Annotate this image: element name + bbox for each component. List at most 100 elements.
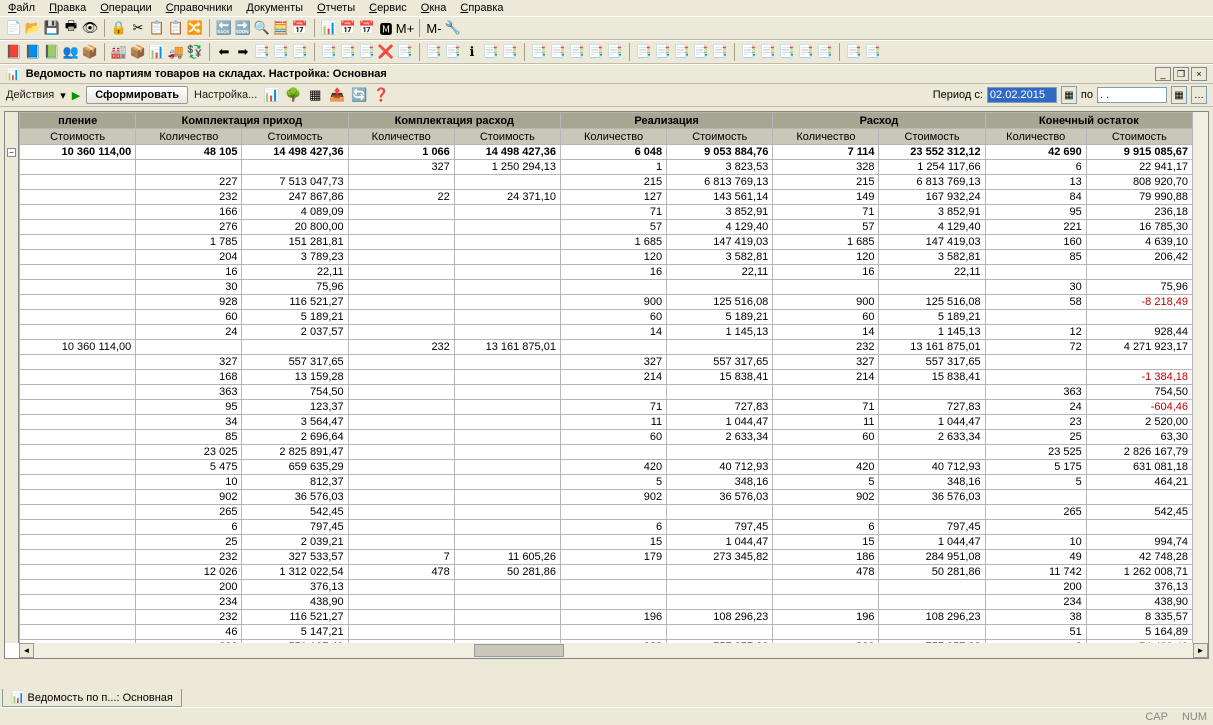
- scroll-right-button[interactable]: ►: [1193, 643, 1208, 658]
- cell[interactable]: 5 189,21: [667, 310, 773, 325]
- cell[interactable]: 120: [560, 250, 666, 265]
- cell[interactable]: 15 838,41: [879, 370, 985, 385]
- table-row[interactable]: 234438,90234438,90: [20, 595, 1193, 610]
- toolbar-icon[interactable]: 📅: [340, 20, 356, 36]
- menu-Документы[interactable]: Документы: [246, 2, 303, 14]
- cell[interactable]: [348, 505, 454, 520]
- cell[interactable]: [560, 340, 666, 355]
- table-row[interactable]: 2043 789,231203 582,811203 582,8185206,4…: [20, 250, 1193, 265]
- table-row[interactable]: 2277 513 047,732156 813 769,132156 813 7…: [20, 175, 1193, 190]
- cell[interactable]: [20, 520, 136, 535]
- column-header[interactable]: Стоимость: [20, 129, 136, 145]
- table-row[interactable]: 852 696,64602 633,34602 633,342563,30: [20, 430, 1193, 445]
- cell[interactable]: [20, 235, 136, 250]
- cell[interactable]: 557 317,65: [242, 355, 348, 370]
- cell[interactable]: 204: [136, 250, 242, 265]
- cell[interactable]: 14 498 427,36: [454, 145, 560, 160]
- cell[interactable]: 327: [136, 355, 242, 370]
- cell[interactable]: 8 335,57: [1086, 610, 1192, 625]
- cell[interactable]: 71: [560, 205, 666, 220]
- scroll-left-button[interactable]: ◄: [19, 643, 34, 658]
- cell[interactable]: 1 044,47: [667, 535, 773, 550]
- toolbar-icon[interactable]: 📗: [44, 44, 60, 60]
- cell[interactable]: 95: [136, 400, 242, 415]
- cell[interactable]: 900: [773, 295, 879, 310]
- cell[interactable]: 3 852,91: [879, 205, 985, 220]
- tree-icon[interactable]: 🌳: [285, 87, 301, 103]
- cell[interactable]: 186: [773, 550, 879, 565]
- cell[interactable]: 4 129,40: [667, 220, 773, 235]
- cell[interactable]: [985, 520, 1086, 535]
- cell[interactable]: 234: [136, 595, 242, 610]
- cell[interactable]: [20, 625, 136, 640]
- cell[interactable]: [20, 280, 136, 295]
- cell[interactable]: 38: [985, 610, 1086, 625]
- cell[interactable]: 3 823,53: [667, 160, 773, 175]
- cell[interactable]: 232: [773, 340, 879, 355]
- toolbar-icon[interactable]: 📑: [607, 44, 623, 60]
- table-row[interactable]: 90236 576,0390236 576,0390236 576,03: [20, 490, 1193, 505]
- dropdown-icon[interactable]: ▾: [60, 89, 66, 102]
- cell[interactable]: [20, 205, 136, 220]
- cell[interactable]: 12 026: [136, 565, 242, 580]
- cell[interactable]: [667, 385, 773, 400]
- cell[interactable]: 464,21: [1086, 475, 1192, 490]
- toolbar-icon[interactable]: 📑: [340, 44, 356, 60]
- cell[interactable]: [454, 295, 560, 310]
- cell[interactable]: 5 147,21: [242, 625, 348, 640]
- cell[interactable]: 5 189,21: [879, 310, 985, 325]
- toolbar-icon[interactable]: 👥: [63, 44, 79, 60]
- toolbar-icon[interactable]: 📑: [359, 44, 375, 60]
- cell[interactable]: [348, 490, 454, 505]
- cell[interactable]: 42 748,28: [1086, 550, 1192, 565]
- table-row[interactable]: 10 360 114,0048 10514 498 427,361 06614 …: [20, 145, 1193, 160]
- cell[interactable]: [20, 415, 136, 430]
- cell[interactable]: 3 789,23: [242, 250, 348, 265]
- cell[interactable]: [20, 550, 136, 565]
- cell[interactable]: [348, 535, 454, 550]
- cell[interactable]: 36 576,03: [879, 490, 985, 505]
- table-row[interactable]: 242 037,57141 145,13141 145,1312928,44: [20, 325, 1193, 340]
- cell[interactable]: 348,16: [879, 475, 985, 490]
- cell[interactable]: 420: [560, 460, 666, 475]
- cell[interactable]: 49: [985, 550, 1086, 565]
- cell[interactable]: [348, 295, 454, 310]
- toolbar-icon[interactable]: M+: [397, 20, 413, 36]
- table-row[interactable]: 3075,963075,96: [20, 280, 1193, 295]
- cell[interactable]: [348, 415, 454, 430]
- cell[interactable]: [348, 265, 454, 280]
- cell[interactable]: 227: [136, 175, 242, 190]
- cell[interactable]: [20, 505, 136, 520]
- toolbar-icon[interactable]: 📑: [397, 44, 413, 60]
- column-header[interactable]: Стоимость: [879, 129, 985, 145]
- cell[interactable]: 5: [985, 475, 1086, 490]
- cell[interactable]: 60: [136, 310, 242, 325]
- cell[interactable]: 14: [560, 325, 666, 340]
- cell[interactable]: [454, 355, 560, 370]
- cell[interactable]: 2 520,00: [1086, 415, 1192, 430]
- cell[interactable]: [454, 310, 560, 325]
- table-row[interactable]: 252 039,21151 044,47151 044,4710994,74: [20, 535, 1193, 550]
- period-to-input[interactable]: [1097, 87, 1167, 103]
- form-button[interactable]: Сформировать: [86, 86, 188, 104]
- cell[interactable]: 72: [985, 340, 1086, 355]
- cell[interactable]: [773, 505, 879, 520]
- cell[interactable]: [560, 625, 666, 640]
- cell[interactable]: 22 941,17: [1086, 160, 1192, 175]
- toolbar-icon[interactable]: ✂: [130, 20, 146, 36]
- toolbar-icon[interactable]: 📑: [254, 44, 270, 60]
- cell[interactable]: 276: [136, 220, 242, 235]
- cell[interactable]: 116 521,27: [242, 610, 348, 625]
- cell[interactable]: 234: [985, 595, 1086, 610]
- toolbar-icon[interactable]: 🖶: [63, 20, 79, 36]
- scroll-thumb[interactable]: [474, 644, 564, 657]
- toolbar-icon[interactable]: 📑: [760, 44, 776, 60]
- cell[interactable]: 3 564,47: [242, 415, 348, 430]
- cell[interactable]: 16: [136, 265, 242, 280]
- cell[interactable]: 60: [773, 310, 879, 325]
- cell[interactable]: [20, 400, 136, 415]
- cell[interactable]: 2 037,57: [242, 325, 348, 340]
- table-row[interactable]: 27620 800,00574 129,40574 129,4022116 78…: [20, 220, 1193, 235]
- cell[interactable]: 1 685: [560, 235, 666, 250]
- cell[interactable]: 438,90: [1086, 595, 1192, 610]
